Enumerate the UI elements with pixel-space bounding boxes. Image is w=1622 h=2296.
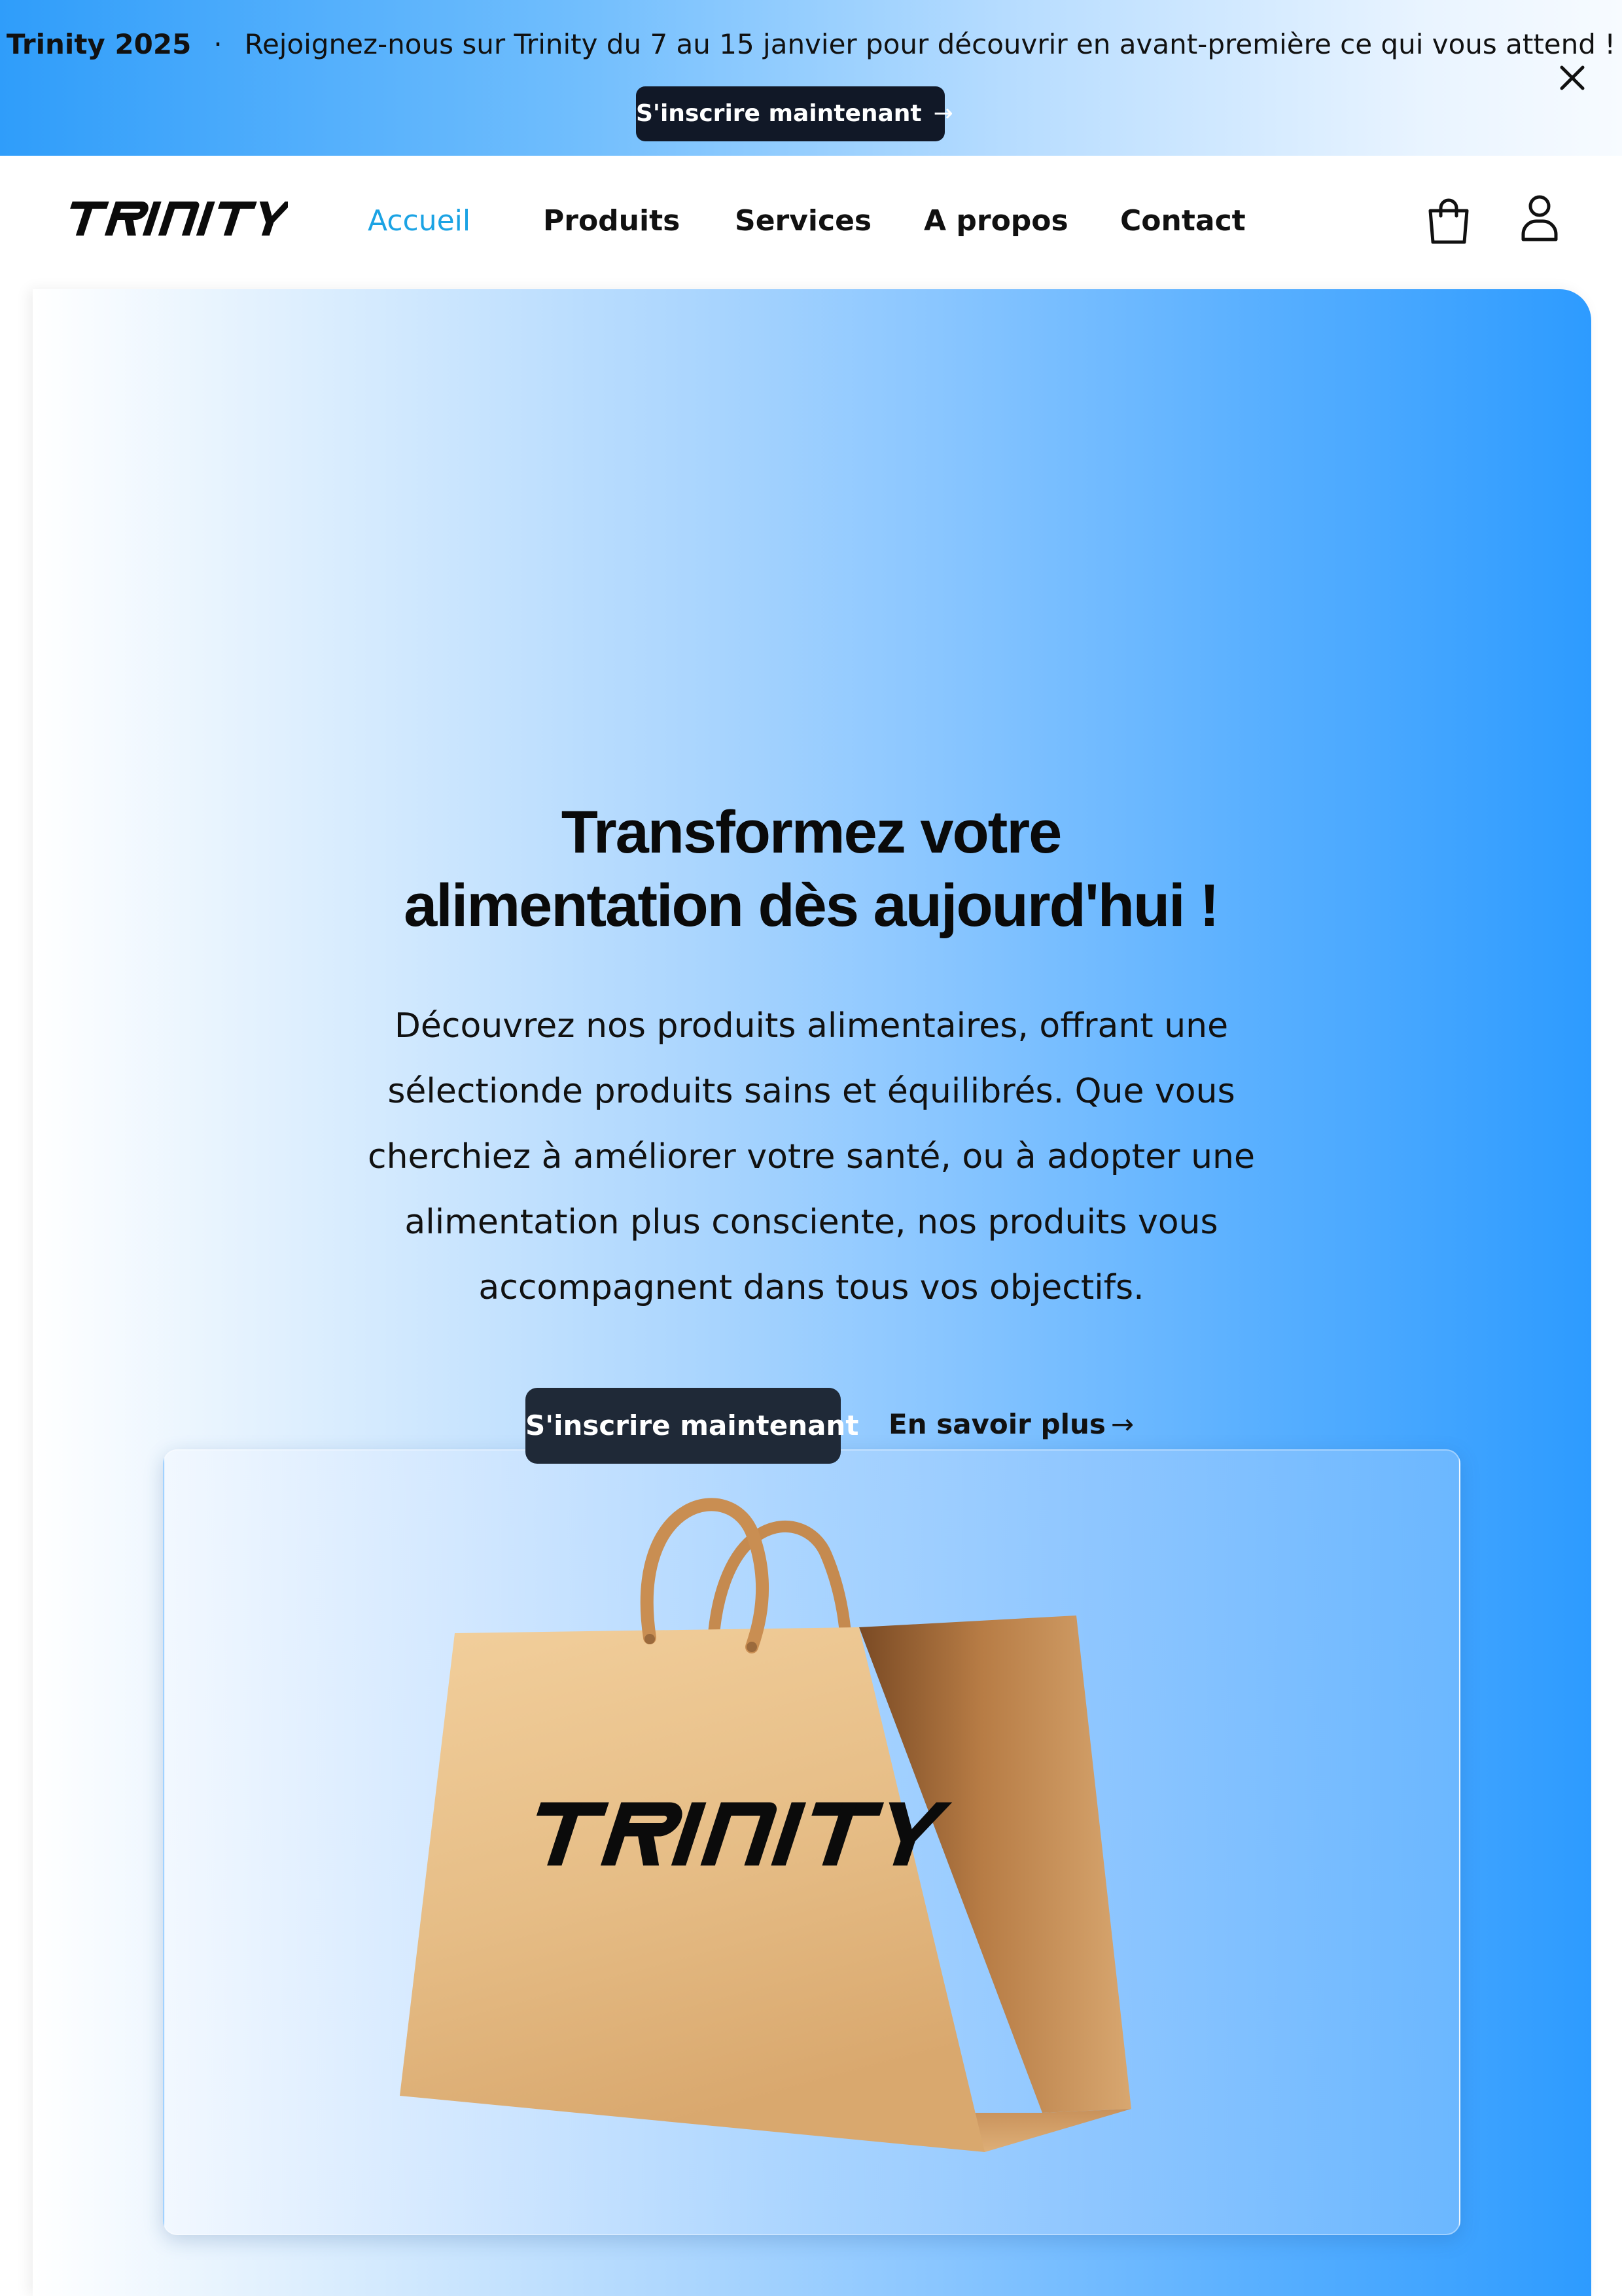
hero-image-card xyxy=(163,1449,1460,2235)
nav-link-a-propos[interactable]: A propos xyxy=(924,202,1068,241)
arrow-right-icon: → xyxy=(1110,1408,1135,1440)
close-icon[interactable] xyxy=(1556,62,1589,94)
banner-separator: · xyxy=(213,28,222,60)
banner-text-line: Trinity 2025 · Rejoignez-nous sur Trinity … xyxy=(0,27,1622,62)
nav-link-contact[interactable]: Contact xyxy=(1120,202,1246,241)
nav-link-services[interactable]: Services xyxy=(735,202,872,241)
banner-event-name: Trinity 2025 xyxy=(6,28,192,60)
hero-title-line-1: Transformez votre xyxy=(561,799,1063,866)
announcement-banner: Trinity 2025 · Rejoignez-nous sur Trinity … xyxy=(0,0,1622,156)
hero-title: Transformez votre alimentation dès aujou… xyxy=(0,796,1622,942)
banner-signup-button[interactable]: S'inscrire maintenant → xyxy=(636,86,953,141)
banner-message: Rejoignez-nous sur Trinity du 7 au 15 ja… xyxy=(244,28,1616,60)
nav-link-produits[interactable]: Produits xyxy=(543,202,680,241)
learn-more-link[interactable]: En savoir plus → xyxy=(889,1404,1134,1445)
trinity-logo[interactable] xyxy=(60,199,288,239)
learn-more-label: En savoir plus xyxy=(889,1408,1106,1440)
shopping-bag-icon[interactable] xyxy=(1426,196,1471,245)
arrow-right-icon: → xyxy=(933,100,953,127)
top-navigation: Accueil Produits Services A propos Conta… xyxy=(0,156,1622,289)
hero-title-line-2: alimentation dès aujourd'hui ! xyxy=(404,872,1220,939)
nav-link-accueil[interactable]: Accueil xyxy=(368,202,470,241)
hero-signup-button[interactable]: S'inscrire maintenant xyxy=(525,1388,858,1464)
banner-signup-label: S'inscrire maintenant xyxy=(636,100,922,127)
hero-description: Découvrez nos produits alimentaires, off… xyxy=(367,1006,1255,1307)
user-icon[interactable] xyxy=(1519,194,1560,243)
shopping-bag-illustration xyxy=(400,1498,1131,2152)
